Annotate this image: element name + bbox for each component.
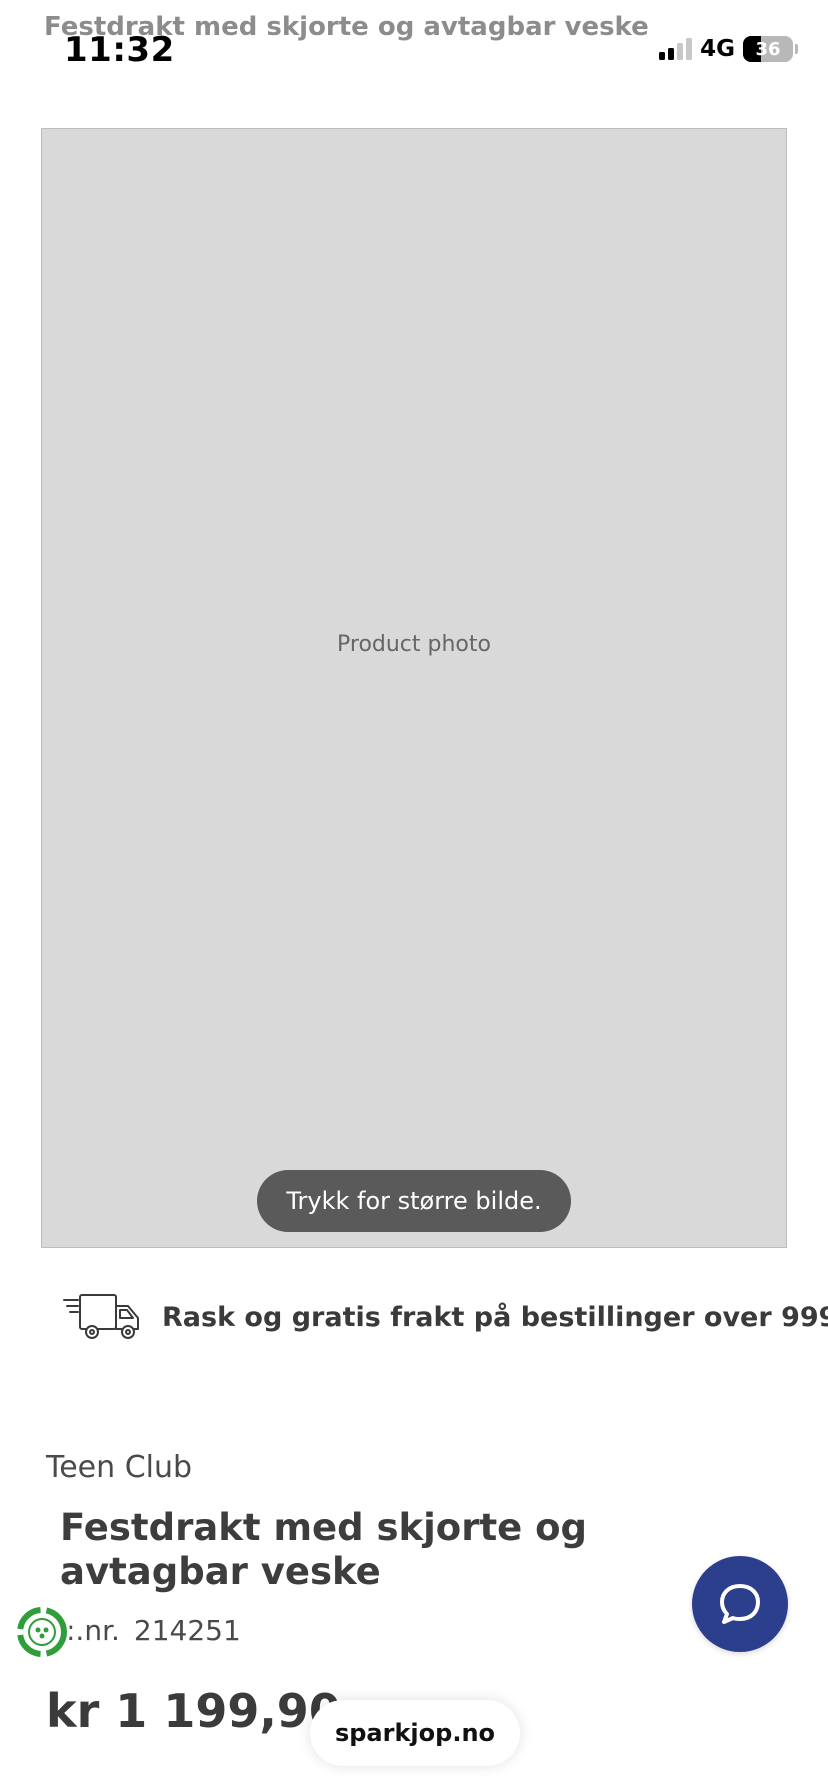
- shipping-banner: Rask og gratis frakt på bestillinger ove…: [62, 1292, 828, 1342]
- chat-bubble-icon: [720, 1584, 760, 1624]
- battery-level: 36: [755, 38, 781, 60]
- product-page: Festdrakt med skjorte og avtagbar veske …: [0, 0, 828, 1792]
- product-title: Festdrakt med skjorte og avtagbar veske: [60, 1506, 588, 1593]
- product-sku: :.nr. 214251: [66, 1614, 241, 1647]
- network-type: 4G: [700, 36, 735, 62]
- sku-value: 214251: [133, 1614, 241, 1647]
- sku-label: :.nr.: [66, 1614, 120, 1647]
- browser-url-pill[interactable]: sparkjop.no: [310, 1700, 520, 1766]
- eco-badge-icon[interactable]: [14, 1604, 70, 1660]
- product-brand[interactable]: Teen Club: [46, 1450, 192, 1485]
- chat-button[interactable]: [692, 1556, 788, 1652]
- delivery-truck-icon: [63, 1294, 139, 1339]
- recycle-icon: [17, 1607, 67, 1657]
- battery-tip: [795, 44, 798, 54]
- zoom-hint[interactable]: Trykk for større bilde.: [257, 1170, 571, 1232]
- product-image-placeholder: Product photo: [337, 632, 491, 658]
- shipping-text: Rask og gratis frakt på bestillinger ove…: [162, 1301, 828, 1333]
- battery-icon: 36: [743, 36, 793, 62]
- status-indicators: 4G 36: [659, 36, 798, 62]
- product-image[interactable]: Product photo: [41, 128, 787, 1248]
- status-time: 11:32: [64, 30, 175, 70]
- product-price: kr 1 199,90: [46, 1684, 341, 1738]
- cellular-signal-icon: [659, 38, 693, 60]
